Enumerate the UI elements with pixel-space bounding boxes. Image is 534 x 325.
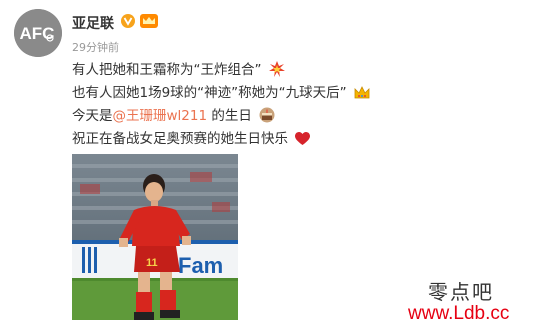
post-line-2-text: 也有人因她1场9球的“神迹”称她为“九球天后” (72, 85, 347, 101)
player-photo-image: Fam 11 (72, 154, 238, 320)
mention-link[interactable]: @王珊珊wl211 (113, 108, 208, 124)
post-line-4: 祝正在备战女足奥预赛的她生日快乐 (72, 129, 522, 152)
watermark-url: www.Ldb.cc (408, 303, 510, 324)
watermark-site-name: 零点吧 (428, 280, 494, 304)
post-line-3-suffix: 的生日 (207, 108, 252, 124)
post-timestamp[interactable]: 29分钟前 (72, 39, 119, 55)
jersey-number: 11 (146, 257, 158, 269)
cake-icon (259, 107, 275, 123)
member-crown-icon[interactable] (140, 14, 158, 28)
avatar-logo-text: AFC (20, 24, 55, 43)
post-line-1-text: 有人把她和王霜称为“王炸组合” (72, 62, 262, 78)
post-line-3: 今天是@王珊珊wl211 的生日 (72, 106, 522, 129)
post-line-3-prefix: 今天是 (72, 108, 113, 124)
crown-icon (354, 86, 370, 99)
afc-logo-icon: AFC (14, 9, 62, 57)
post-line-4-text: 祝正在备战女足奥预赛的她生日快乐 (72, 131, 288, 147)
verified-v-icon (121, 14, 135, 28)
post-line-2: 也有人因她1场9球的“神迹”称她为“九球天后” (72, 83, 522, 106)
post-line-1: 有人把她和王霜称为“王炸组合” (72, 60, 522, 83)
ad-board-stripes (82, 247, 97, 273)
post-photo[interactable]: Fam 11 (72, 154, 238, 320)
post-body: 有人把她和王霜称为“王炸组合” 也有人因她1场9球的“神迹”称她为“九球天后” … (72, 60, 522, 152)
explosion-icon (268, 61, 285, 77)
ad-board-text: Fam (178, 253, 223, 278)
avatar[interactable]: AFC (14, 9, 62, 57)
account-name[interactable]: 亚足联 (72, 13, 114, 33)
heart-icon (295, 132, 311, 145)
